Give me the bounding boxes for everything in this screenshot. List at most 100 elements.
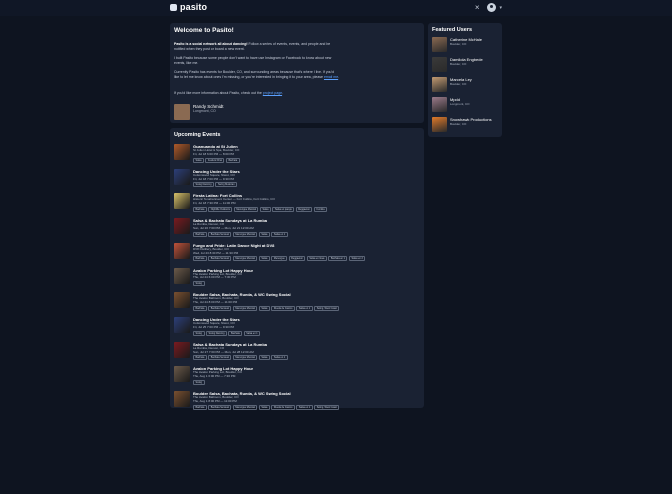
event-tag[interactable]: Salsa (259, 207, 271, 212)
event-tag[interactable]: Salsa (258, 305, 270, 311)
event-tag[interactable]: Salsa en 1 (296, 305, 313, 311)
event-tag[interactable]: Salsa en 1 (243, 330, 261, 336)
event-tag[interactable]: Merengue Musical (232, 355, 258, 361)
logo-icon (170, 4, 177, 11)
event-tag[interactable]: Bachata (193, 207, 207, 212)
event-tag[interactable]: Merengue (271, 256, 288, 262)
event-image (174, 316, 190, 333)
event-item[interactable]: Salsa & Bachata Sundays at La Rumba La Ru… (174, 218, 420, 242)
event-tags: Swing (193, 379, 253, 385)
event-tag[interactable]: Salsa en 2 (348, 256, 366, 262)
email-link[interactable]: email me (324, 75, 338, 79)
event-time: Sun, Jul 20 7:00 PM — Mon, Jul 21 12:00 … (193, 226, 254, 230)
event-tag[interactable]: Swing Musician (215, 182, 238, 188)
event-tag[interactable]: Festival Chat (205, 157, 225, 163)
event-tag[interactable]: Reggaeton (295, 207, 313, 212)
event-tags: Bachata Nightlife Outdoors Merengue Musica… (193, 207, 328, 212)
event-tag[interactable]: Bachata (193, 305, 207, 311)
event-image (174, 144, 190, 160)
event-tag[interactable]: Bachata (228, 330, 243, 336)
event-tag[interactable]: Bachata Sensual (208, 305, 232, 311)
event-tag[interactable]: Bachata Sensual (208, 355, 232, 361)
event-item[interactable]: Guanuando at St Julien St Julien Hotel & … (174, 144, 420, 168)
event-tag[interactable]: Salsa (258, 231, 270, 237)
event-item[interactable]: Avalon Parking Lot Happy Hour The Avalon … (174, 267, 420, 292)
event-tag[interactable]: Rueda de Casino (271, 305, 295, 311)
event-tag[interactable]: Cumbia (313, 207, 328, 212)
event-tags: Bachata Bachata Sensual Merengue Musical Sa… (193, 305, 340, 311)
event-image (174, 218, 190, 235)
event-tag[interactable]: Bachata Sensual (208, 404, 232, 410)
event-tag[interactable]: Swing (193, 379, 205, 385)
event-tag[interactable]: Swing Dancing (193, 182, 214, 188)
event-tag[interactable]: Merengue Musical (232, 231, 258, 237)
event-tag[interactable]: Salsa en 1 (271, 231, 288, 237)
event-tag[interactable]: Bachata (193, 231, 207, 237)
chevron-down-icon[interactable]: ▾ (499, 5, 502, 11)
event-tag[interactable]: Salsa (258, 256, 270, 262)
featured-user[interactable]: Mpdd Longmont, CO (432, 97, 502, 113)
event-tag[interactable]: Bachata Sensual (208, 256, 232, 262)
event-tag[interactable]: Salsa (258, 355, 270, 361)
welcome-paragraph-3: Currently Pasito has events for Boulder,… (174, 70, 340, 79)
event-time: Fri, Jul 18 6:00 PM — 8:00 PM (193, 151, 235, 156)
event-time: Thu, Aug 1 6:00 PM — 7:30 PM (193, 374, 236, 379)
event-item[interactable]: Boulder Salsa, Bachata, Rueda, & WC Swin… (174, 391, 420, 415)
event-tag[interactable]: Salsa en 1 (271, 355, 288, 361)
event-tags: Salsa Festival Chat Bachata (193, 157, 240, 163)
event-tag[interactable]: Salsa en 1 (296, 404, 313, 410)
featured-user[interactable]: Marcela Ley Boulder, CO (432, 77, 502, 93)
event-tag[interactable]: Swing (193, 330, 205, 336)
owner-avatar (174, 104, 190, 120)
event-tag[interactable]: Salsa en linea (306, 256, 327, 262)
event-item[interactable]: Salsa & Bachata Sundays at La Rumba La Ru… (174, 341, 420, 366)
featured-user[interactable]: Damilola Engbede Boulder, CO (432, 57, 502, 73)
project-page-link[interactable]: project page (263, 91, 282, 95)
event-tag[interactable]: Bachata (193, 256, 207, 262)
event-item[interactable]: Dancing Under the Stars Cottonwood Square… (174, 316, 420, 341)
featured-user[interactable]: Snowhawk Productions Boulder, CO (432, 117, 502, 133)
event-tag[interactable]: Swing, West Coast (314, 404, 340, 410)
event-tag[interactable]: Rueda de Casino (271, 404, 295, 410)
pasito-logo[interactable]: pasito (170, 3, 207, 12)
event-tag[interactable]: Salsa (258, 404, 270, 410)
event-item[interactable]: Boulder Salsa, Bachata, Rueda, & WC Swin… (174, 292, 420, 316)
event-image (174, 366, 190, 383)
event-item[interactable]: Fiesta Latina: Fort Collins Historic Tena… (174, 193, 420, 217)
featured-user-avatar (432, 57, 447, 72)
event-tag[interactable]: Bachata Sensual (208, 231, 232, 237)
user-avatar-icon[interactable] (487, 3, 497, 12)
logo-text: pasito (180, 2, 208, 12)
event-tags: Swing Dancing Swing Musician (193, 182, 240, 188)
welcome-paragraph-1: Pasito is a social network all about dan… (174, 42, 340, 51)
event-tag[interactable]: Bachata en 1 (328, 256, 348, 262)
featured-user-location: Boulder, CO (450, 82, 467, 86)
event-tag[interactable]: Salsa en pareja (272, 207, 295, 212)
featured-users-card: Featured Users Catherine McHale Boulder, … (428, 23, 502, 137)
event-tag[interactable]: Nightlife Outdoors (208, 207, 233, 212)
event-tag[interactable]: Swing, West Coast (314, 305, 340, 311)
event-tag[interactable]: Bachata (193, 355, 207, 361)
event-tag[interactable]: Salsa (193, 157, 204, 163)
event-tag[interactable]: Merengue Musical (233, 207, 259, 212)
event-tag[interactable]: Swing Dancing (206, 330, 227, 336)
featured-user[interactable]: Catherine McHale Boulder, CO (432, 37, 502, 53)
close-icon[interactable]: × (475, 3, 480, 12)
upcoming-events-card: Upcoming Events Guanuando at St Julien St… (170, 128, 424, 410)
event-tag[interactable]: Merengue Musical (232, 256, 258, 262)
event-item[interactable]: Fuego and Pride: Latin Dance Night at DV… (174, 242, 420, 267)
welcome-paragraph-4: If you'd like more information about Pas… (174, 91, 340, 96)
event-item[interactable]: Dancing Under the Stars Cottonwood Square… (174, 168, 420, 193)
featured-user-location: Boulder, CO (450, 42, 467, 46)
event-item[interactable]: Avalon Parking Lot Happy Hour The Avalon … (174, 366, 420, 390)
event-tag[interactable]: Bachata (225, 157, 240, 163)
event-tag[interactable]: Swing (193, 281, 205, 287)
event-tag[interactable]: Merengue Musical (232, 404, 258, 410)
event-tag[interactable]: Merengue Musical (232, 305, 258, 311)
event-tag[interactable]: Bachata (193, 404, 207, 410)
event-time: Fri, Jul 18 7:30 PM — 11:00 PM (193, 201, 236, 206)
owner-profile[interactable]: Randy Schmidt Longmont, CO (174, 104, 224, 120)
event-tag[interactable]: Reggaeton (288, 256, 306, 262)
event-time: Fri, Jul 25 7:00 PM — 9:30 PM (193, 324, 235, 329)
event-image (174, 267, 190, 284)
